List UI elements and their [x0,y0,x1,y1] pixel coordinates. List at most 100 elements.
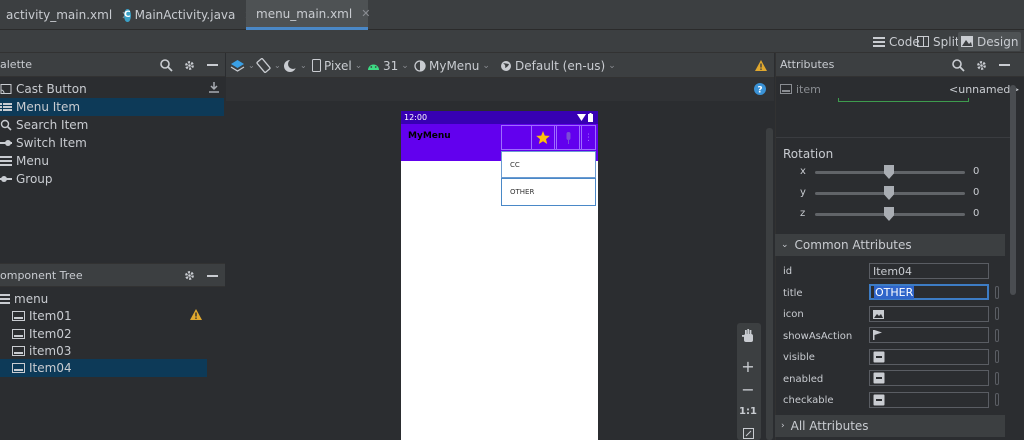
palette-item-group[interactable]: Group [0,170,224,188]
overflow-menu-button[interactable]: ⋮ [581,125,596,150]
attr-icon-field[interactable] [869,306,989,322]
split-view-button[interactable]: Split [914,32,963,51]
warning-icon[interactable] [190,309,202,320]
attr-visible-pin[interactable] [995,350,999,363]
cast-icon [0,84,12,94]
attr-showasaction-pin[interactable] [995,329,999,342]
rotation-z-value: 0 [973,208,980,219]
attr-checkable-pin[interactable] [995,393,999,406]
palette-item-menu-item[interactable]: Menu Item [0,98,224,116]
chevron-down-icon: ⌄ [781,240,789,250]
palette-item-switch-item[interactable]: Switch Item [0,134,224,152]
chevron-right-icon: › [781,421,785,431]
tab-label: MainActivity.java [134,8,236,22]
zoom-out-button[interactable]: − [737,379,759,399]
pan-button[interactable] [737,326,759,346]
list-icon [0,103,12,111]
menu-item-label: OTHER [510,188,535,196]
zoom-in-button[interactable]: + [737,356,759,376]
attr-title-field[interactable]: OTHER [869,284,989,300]
device-label: Pixel [324,58,352,73]
help-icon[interactable]: ? [754,83,766,95]
close-icon[interactable]: ✕ [361,7,370,20]
minimize-icon[interactable] [999,64,1010,66]
api-level-select[interactable]: 31 ⌄ [367,56,409,75]
zoom-fit-button[interactable] [737,426,759,440]
tree-node-item04[interactable]: Item04 [0,359,207,377]
menu-icon [0,156,12,166]
layers-icon [230,59,245,72]
palette-item-cast-button[interactable]: Cast Button [0,80,224,98]
common-attributes-section[interactable]: ⌄ Common Attributes [775,234,1005,256]
attr-title-pin[interactable] [995,286,999,299]
tree-node-item02[interactable]: Item02 [0,325,224,343]
attr-id-field[interactable]: Item04 [869,263,989,279]
tree-node-item03[interactable]: item03 [0,342,224,360]
phone-icon [312,59,321,72]
tab-activity-main[interactable]: activity_main.xml ✕ [0,0,130,30]
attributes-title: Attributes [780,58,835,71]
editor-tab-bar: activity_main.xml ✕ C MainActivity.java … [0,0,1024,30]
globe-icon [501,60,511,71]
android-icon [368,64,379,70]
locale-select[interactable]: Default (en-us) ⌄ [500,56,616,75]
attr-label-id: id [783,265,793,277]
attr-label-showasaction: showAsAction [783,330,853,342]
attr-enabled-pin[interactable] [995,372,999,385]
attr-showasaction-field[interactable] [869,327,989,343]
design-label: Design [977,34,1019,49]
component-tree-title: omponent Tree [0,268,83,282]
java-class-icon: C [124,8,131,22]
attr-label-title: title [783,287,803,299]
tree-node-menu[interactable]: menu [0,290,224,308]
rotation-z-label: z [800,208,806,219]
warning-icon[interactable] [755,60,767,71]
overflow-menu-item-other[interactable]: OTHER [501,178,596,206]
theme-select[interactable]: MyMenu ⌄ [414,56,490,75]
action-item-star[interactable] [531,125,555,150]
canvas-info-strip [226,78,774,101]
search-icon[interactable] [952,59,965,72]
palette-item-menu[interactable]: Menu [0,152,224,170]
component-summary: item <unnamed> [776,78,1024,106]
design-view-button[interactable]: Design [958,32,1022,51]
boolean-unset-icon [873,394,885,406]
flag-icon [873,330,882,340]
device-select[interactable]: Pixel ⌄ [312,56,362,75]
search-icon[interactable] [160,59,173,72]
tab-menu-main[interactable]: menu_main.xml ✕ [246,0,370,30]
zoom-actual-size-button[interactable]: 1:1 [737,402,759,420]
tree-node-label: Item04 [29,361,72,375]
menu-icon [0,294,10,304]
overflow-menu-item-cc[interactable]: CC [501,151,596,178]
image-icon [873,309,884,319]
fit-screen-icon [742,427,754,439]
minimize-icon[interactable] [207,64,218,66]
attr-visible-field[interactable] [869,349,989,365]
all-attributes-section[interactable]: › All Attributes [775,415,1005,437]
tab-label: activity_main.xml [6,8,113,22]
attr-checkable-field[interactable] [869,392,989,408]
attr-label-enabled: enabled [783,373,824,385]
minimize-icon[interactable] [207,275,218,277]
attr-icon-pin[interactable] [995,307,999,320]
tree-node-label: Item01 [29,309,72,323]
canvas-scrollbar[interactable] [766,128,773,440]
download-icon[interactable] [209,82,219,93]
gear-icon[interactable] [975,59,988,72]
item-icon [12,311,25,321]
gear-icon[interactable] [183,269,196,282]
attr-enabled-field[interactable] [869,370,989,386]
night-mode-button[interactable]: ⌄ [283,56,307,75]
attributes-scrollbar[interactable] [1010,85,1016,295]
component-preview-outline [838,98,969,102]
gear-icon[interactable] [183,59,196,72]
action-item-mic[interactable] [556,125,580,150]
palette-item-label: Search Item [16,118,89,132]
orientation-button[interactable]: ⌄ [256,56,281,75]
palette-item-search-item[interactable]: Search Item [0,116,224,134]
split-label: Split [933,34,960,49]
design-surface-button[interactable]: ⌄ [230,56,255,75]
tab-main-activity[interactable]: C MainActivity.java ✕ [124,0,254,30]
item-icon [12,363,25,373]
